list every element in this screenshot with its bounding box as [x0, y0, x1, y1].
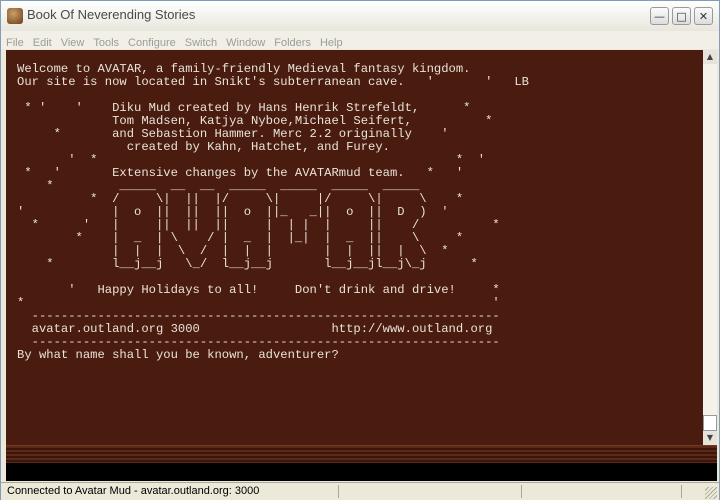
terminal-output[interactable]: Welcome to AVATAR, a family-friendly Med…: [6, 50, 703, 445]
status-separator: [521, 485, 522, 498]
menu-tools[interactable]: Tools: [88, 36, 123, 49]
menu-edit[interactable]: Edit: [28, 36, 56, 49]
menu-window[interactable]: Window: [221, 36, 269, 49]
title-bar[interactable]: Book Of Neverending Stories — □ ✕: [1, 1, 719, 32]
splitter[interactable]: [6, 445, 717, 464]
close-icon[interactable]: ✕: [694, 7, 713, 25]
menu-folders[interactable]: Folders: [269, 36, 315, 49]
menu-configure[interactable]: Configure: [123, 36, 180, 49]
vertical-scrollbar[interactable]: ▲ ▼: [703, 50, 717, 445]
command-input[interactable]: [6, 463, 717, 481]
window-title: Book Of Neverending Stories: [27, 7, 196, 22]
menu-bar: File Edit View Tools Configure Switch Window Fo…: [1, 31, 719, 49]
menu-help[interactable]: Help: [315, 36, 347, 49]
resize-grip-icon[interactable]: [705, 487, 717, 499]
menu-view[interactable]: View: [56, 36, 89, 49]
scroll-thumb[interactable]: [703, 415, 717, 431]
status-separator: [338, 485, 339, 498]
terminal-text: Welcome to AVATAR, a family-friendly Med…: [17, 62, 529, 362]
connection-status: Connected to Avatar Mud - avatar.outland…: [7, 485, 260, 497]
scroll-up-icon[interactable]: ▲: [703, 50, 717, 64]
minimize-icon[interactable]: —: [650, 7, 669, 25]
app-window: Book Of Neverending Stories — □ ✕ File Ed…: [0, 0, 720, 500]
menu-file[interactable]: File: [1, 36, 28, 49]
status-separator: [681, 485, 682, 498]
menu-switch[interactable]: Switch: [180, 36, 221, 49]
maximize-icon[interactable]: □: [672, 7, 691, 25]
status-bar: Connected to Avatar Mud - avatar.outland…: [1, 482, 719, 500]
book-icon[interactable]: [7, 8, 23, 24]
scroll-down-icon[interactable]: ▼: [703, 431, 717, 445]
